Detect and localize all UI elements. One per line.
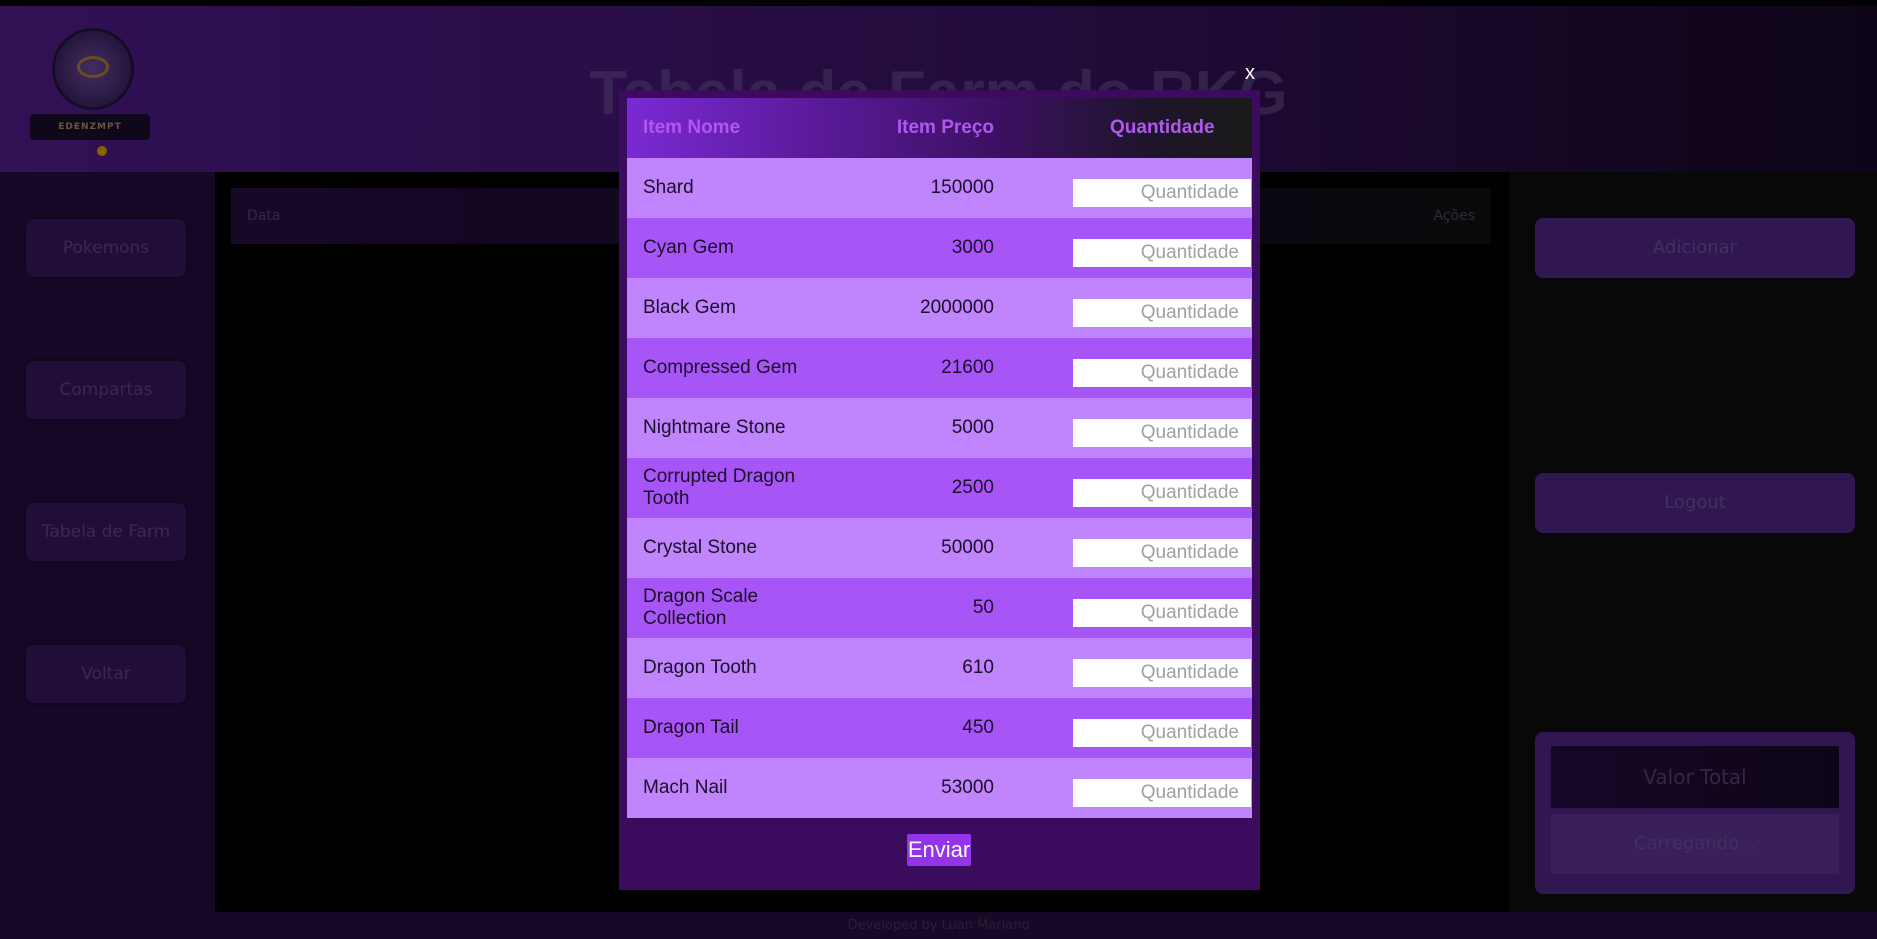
quantity-cell (1000, 578, 1252, 638)
table-row: Dragon Tooth 610 (627, 638, 1252, 698)
header-item-nome: Item Nome (643, 117, 741, 138)
item-name: Compressed Gem (643, 357, 798, 378)
table-row: Shard 150000 (627, 158, 1252, 218)
item-price: 50 (972, 597, 994, 618)
quantity-input[interactable] (1073, 779, 1251, 807)
item-price: 2000000 (920, 297, 994, 318)
quantity-input[interactable] (1073, 299, 1251, 327)
quantity-input[interactable] (1073, 479, 1251, 507)
quantity-cell (1000, 218, 1252, 278)
item-name: Mach Nail (643, 777, 728, 798)
item-price: 50000 (941, 537, 994, 558)
item-name: Crystal Stone (643, 537, 758, 558)
quantity-cell (1000, 758, 1252, 818)
quantity-input[interactable] (1073, 599, 1251, 627)
quantity-cell (1000, 158, 1252, 218)
app-root: EDENZMPT Tabela de Farm do RKG Pokemons … (0, 0, 1877, 939)
quantity-cell (1000, 698, 1252, 758)
table-row: Dragon Tail 450 (627, 698, 1252, 758)
item-price: 21600 (941, 357, 994, 378)
quantity-input[interactable] (1073, 179, 1251, 207)
header-item-preco: Item Preço (896, 117, 994, 138)
table-row: Cyan Gem 3000 (627, 218, 1252, 278)
item-name: Black Gem (643, 297, 736, 318)
submit-button[interactable]: Enviar (907, 834, 971, 866)
quantity-cell (1000, 398, 1252, 458)
item-price: 53000 (941, 777, 994, 798)
item-name: Corrupted Dragon Tooth (643, 466, 796, 509)
header-quantidade: Quantidade (1110, 117, 1215, 138)
quantity-input[interactable] (1073, 539, 1251, 567)
quantity-cell (1000, 278, 1252, 338)
close-icon[interactable]: x (1245, 62, 1255, 85)
item-price: 2500 (951, 477, 994, 498)
item-name: Dragon Tail (643, 717, 739, 738)
quantity-input[interactable] (1073, 359, 1251, 387)
quantity-input[interactable] (1073, 419, 1251, 447)
item-name: Shard (643, 177, 694, 198)
quantity-cell (1000, 338, 1252, 398)
farm-modal: Item Nome Item Preço Quantidade Shard 15… (619, 90, 1260, 890)
quantity-cell (1000, 458, 1252, 518)
item-name: Dragon Scale Collection (643, 586, 759, 629)
table-row: Black Gem 2000000 (627, 278, 1252, 338)
table-row: Mach Nail 53000 (627, 758, 1252, 818)
item-name: Nightmare Stone (643, 417, 786, 438)
quantity-input[interactable] (1073, 659, 1251, 687)
item-price: 3000 (951, 237, 994, 258)
table-row: Dragon Scale Collection 50 (627, 578, 1252, 638)
item-name: Cyan Gem (643, 237, 734, 258)
item-price: 610 (962, 657, 994, 678)
item-price: 150000 (930, 177, 994, 198)
items-table: Item Nome Item Preço Quantidade Shard 15… (627, 98, 1252, 818)
item-price: 5000 (951, 417, 994, 438)
quantity-cell (1000, 638, 1252, 698)
quantity-input[interactable] (1073, 239, 1251, 267)
item-name: Dragon Tooth (643, 657, 757, 678)
quantity-input[interactable] (1073, 719, 1251, 747)
table-row: Nightmare Stone 5000 (627, 398, 1252, 458)
table-row: Corrupted Dragon Tooth 2500 (627, 458, 1252, 518)
item-price: 450 (962, 717, 994, 738)
quantity-cell (1000, 518, 1252, 578)
table-row: Compressed Gem 21600 (627, 338, 1252, 398)
table-header-row: Item Nome Item Preço Quantidade (627, 98, 1252, 158)
table-row: Crystal Stone 50000 (627, 518, 1252, 578)
